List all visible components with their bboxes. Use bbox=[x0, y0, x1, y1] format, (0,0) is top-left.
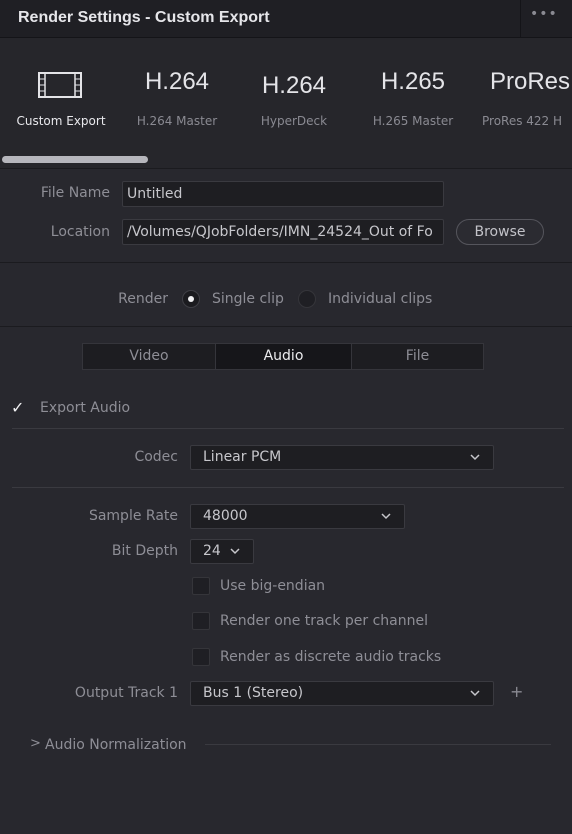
single-clip-label: Single clip bbox=[212, 291, 284, 307]
preset-label: ProRes 422 H bbox=[482, 114, 563, 128]
codec-value: Linear PCM bbox=[203, 449, 282, 465]
preset-label: HyperDeck bbox=[260, 114, 328, 128]
preset-label: Custom Export bbox=[16, 114, 106, 128]
divider bbox=[0, 262, 572, 263]
sample-rate-value: 48000 bbox=[203, 508, 248, 524]
more-options-icon[interactable]: ••• bbox=[530, 6, 557, 28]
settings-tabs: Video Audio File bbox=[82, 343, 484, 370]
preset-scrollbar[interactable] bbox=[2, 156, 148, 163]
codec-label: Codec bbox=[134, 449, 178, 465]
tab-video[interactable]: Video bbox=[83, 344, 215, 369]
divider bbox=[12, 487, 564, 488]
file-name-input[interactable]: Untitled bbox=[122, 181, 444, 207]
location-label: Location bbox=[50, 224, 110, 240]
preset-label: H.265 Master bbox=[372, 114, 454, 128]
add-output-track-icon[interactable]: + bbox=[510, 682, 523, 701]
big-endian-label: Use big-endian bbox=[220, 578, 326, 594]
panel-title: Render Settings - Custom Export bbox=[18, 9, 270, 26]
file-name-label: File Name bbox=[40, 185, 110, 201]
sample-rate-label: Sample Rate bbox=[88, 508, 178, 524]
preset-custom-export[interactable]: Custom Export bbox=[0, 38, 122, 168]
preset-codec: H.264 bbox=[144, 68, 210, 95]
preset-codec: H.265 bbox=[380, 68, 446, 95]
codec-select[interactable]: Linear PCM bbox=[190, 445, 494, 470]
chevron-down-icon bbox=[230, 548, 240, 555]
tab-file[interactable]: File bbox=[352, 344, 483, 369]
browse-button[interactable]: Browse bbox=[456, 219, 544, 245]
divider bbox=[12, 428, 564, 429]
preset-codec: ProRes bbox=[490, 68, 571, 95]
individual-clips-label: Individual clips bbox=[328, 291, 433, 307]
audio-normalization-label[interactable]: Audio Normalization bbox=[45, 737, 187, 753]
preset-strip: Custom Export H.264 H.264 Master H.264 H… bbox=[0, 38, 572, 168]
chevron-down-icon bbox=[470, 454, 480, 461]
bit-depth-label-text: Bit Depth bbox=[111, 543, 178, 559]
divider bbox=[205, 744, 551, 745]
export-audio-checkbox[interactable]: ✓ bbox=[11, 398, 24, 417]
preset-hyperdeck[interactable]: H.264 HyperDeck bbox=[240, 38, 348, 168]
chevron-down-icon bbox=[470, 690, 480, 697]
big-endian-checkbox[interactable] bbox=[192, 577, 210, 595]
bit-depth-value: 24 bbox=[203, 543, 221, 559]
bit-depth-select[interactable]: 24 bbox=[190, 539, 254, 564]
preset-prores[interactable]: ProRes ProRes 422 H bbox=[476, 38, 572, 168]
preset-h265-master[interactable]: H.265 H.265 Master bbox=[358, 38, 468, 168]
chevron-down-icon bbox=[381, 513, 391, 520]
preset-h264-master[interactable]: H.264 H.264 Master bbox=[122, 38, 232, 168]
film-icon bbox=[38, 72, 82, 98]
chevron-right-icon[interactable]: > bbox=[30, 736, 41, 751]
single-clip-radio[interactable] bbox=[182, 290, 200, 308]
preset-codec: H.264 bbox=[261, 72, 327, 99]
discrete-audio-tracks-checkbox[interactable] bbox=[192, 648, 210, 666]
output-track-label: Output Track 1 bbox=[74, 685, 178, 701]
divider bbox=[0, 326, 572, 327]
export-audio-label: Export Audio bbox=[40, 400, 131, 416]
individual-clips-radio[interactable] bbox=[298, 290, 316, 308]
tab-audio[interactable]: Audio bbox=[216, 344, 351, 369]
one-track-per-channel-checkbox[interactable] bbox=[192, 612, 210, 630]
header-divider bbox=[520, 0, 521, 38]
preset-label: H.264 Master bbox=[136, 114, 218, 128]
render-label: Render bbox=[118, 291, 168, 307]
output-track-select[interactable]: Bus 1 (Stereo) bbox=[190, 681, 494, 706]
discrete-audio-tracks-label: Render as discrete audio tracks bbox=[220, 649, 442, 665]
one-track-per-channel-label: Render one track per channel bbox=[220, 613, 428, 629]
location-input[interactable]: /Volumes/QJobFolders/IMN_24524_Out of Fo bbox=[122, 219, 444, 245]
sample-rate-select[interactable]: 48000 bbox=[190, 504, 405, 529]
output-track-value: Bus 1 (Stereo) bbox=[203, 685, 304, 701]
divider bbox=[0, 168, 572, 169]
panel-header: Render Settings - Custom Export ••• bbox=[0, 0, 572, 38]
